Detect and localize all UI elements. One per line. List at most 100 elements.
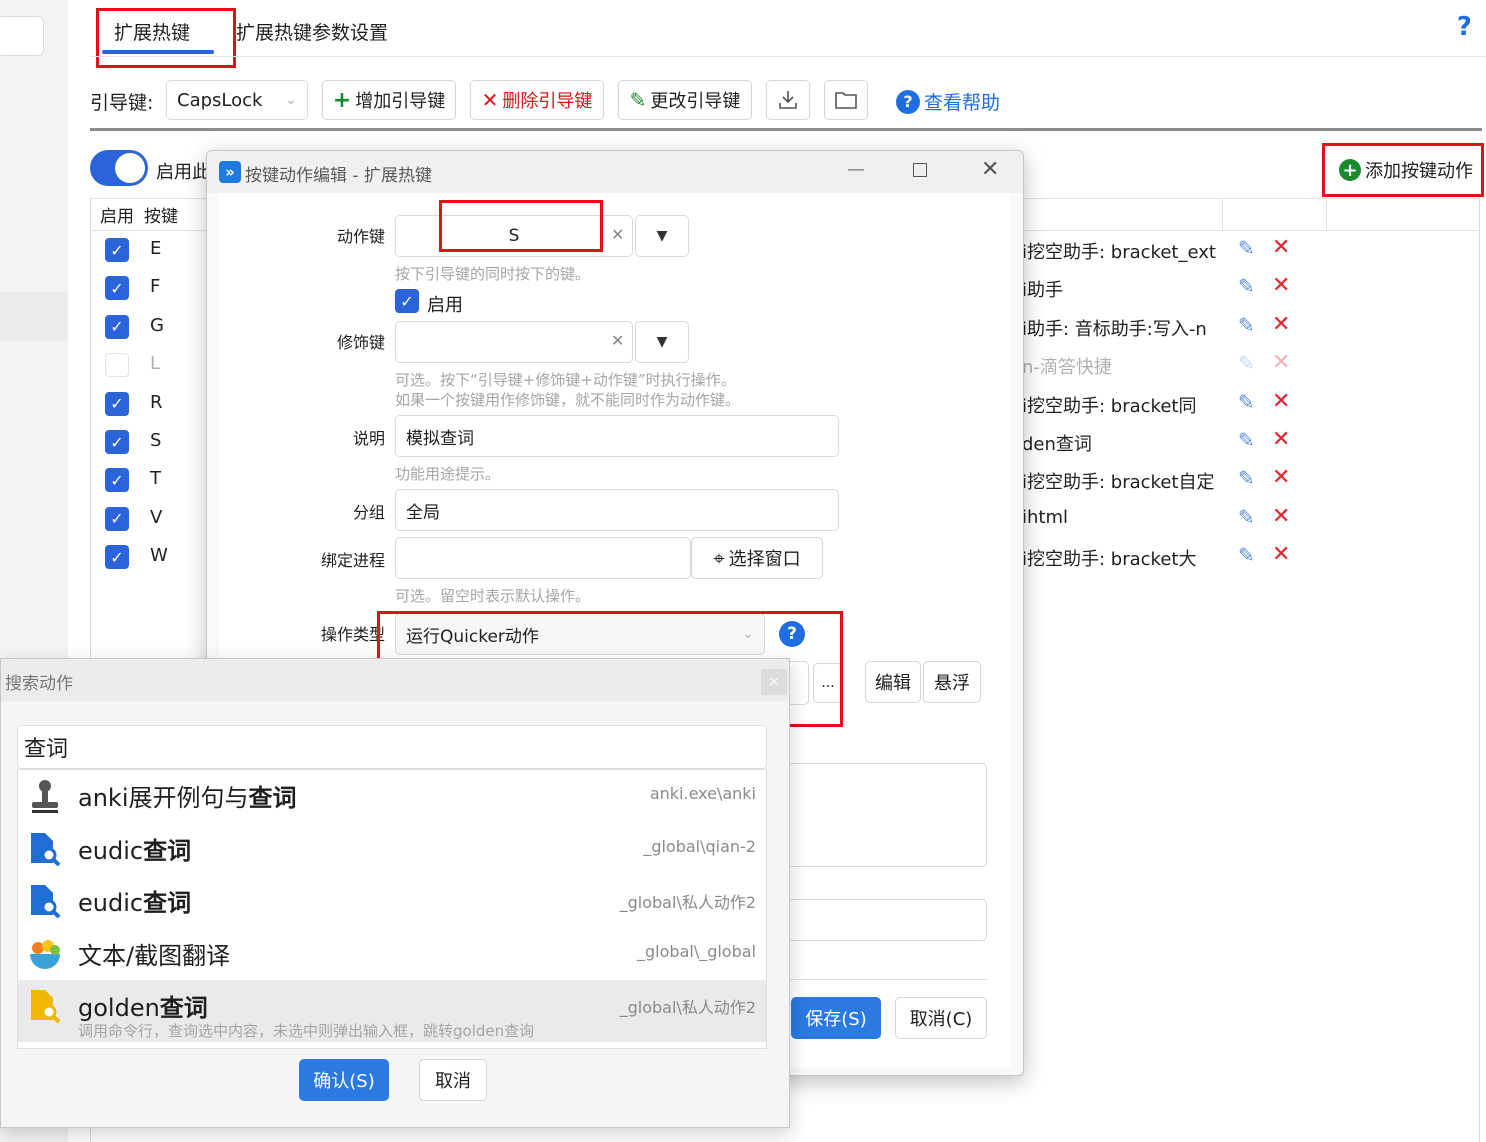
help-icon[interactable]: ?	[1457, 12, 1472, 42]
search-result-item[interactable]: 文本/截图翻译 _global\_global	[18, 928, 766, 980]
delete-x-icon[interactable]: ✕	[1272, 350, 1290, 375]
col-sep	[1222, 198, 1223, 230]
question-circle-icon[interactable]: ?	[779, 621, 805, 647]
search-result-item[interactable]: golden查词 _global\私人动作2 调用命令行，查询选中内容，未选中则弹出…	[18, 980, 766, 1042]
param-input-2[interactable]	[779, 899, 987, 941]
group-input[interactable]: 全局	[395, 489, 839, 531]
row-enabled-checkbox[interactable]: ✓	[105, 468, 129, 493]
desc-input[interactable]: 模拟查词	[395, 415, 839, 457]
delete-x-icon[interactable]: ✕	[1272, 389, 1290, 414]
result-title-match: 查词	[143, 836, 192, 865]
delete-x-icon[interactable]: ✕	[1272, 427, 1290, 452]
result-path: _global\qian-2	[643, 836, 756, 856]
sidebar-box[interactable]	[0, 16, 44, 56]
open-folder-button[interactable]	[824, 80, 868, 120]
close-icon[interactable]: ✕	[981, 157, 999, 182]
clear-search-icon[interactable]: ×	[761, 669, 787, 695]
delete-x-icon[interactable]: ✕	[1272, 542, 1290, 567]
confirm-button[interactable]: 确认(S)	[299, 1059, 389, 1101]
delete-x-icon[interactable]: ✕	[1272, 504, 1290, 529]
delete-leader-button[interactable]: ✕ 删除引导键	[470, 80, 604, 120]
triangle-down-icon: ▼	[656, 334, 668, 350]
change-leader-label: 更改引导键	[650, 91, 741, 112]
row-enabled-checkbox[interactable]: ✓	[105, 314, 129, 339]
edit-button[interactable]: 编辑	[865, 661, 921, 703]
edit-pencil-icon[interactable]: ✎	[1238, 543, 1255, 567]
sidebar-selected-item[interactable]	[0, 292, 68, 342]
add-key-action-button[interactable]: + 添加按键动作	[1332, 150, 1480, 190]
clear-x-icon[interactable]: ✕	[611, 331, 624, 350]
edit-pencil-icon[interactable]: ✎	[1238, 236, 1255, 260]
row-enabled-checkbox[interactable]: ✓	[105, 391, 129, 416]
maximize-icon[interactable]	[913, 163, 927, 177]
tab-active-indicator	[102, 50, 214, 54]
col-header-key[interactable]: 按键	[144, 202, 178, 227]
browse-dots-label: ...	[821, 675, 835, 691]
folder-icon	[835, 92, 857, 109]
process-input[interactable]	[395, 537, 691, 579]
row-enabled-checkbox[interactable]: ✓	[105, 238, 129, 262]
result-title-match: 查词	[143, 889, 192, 917]
modifier-label: 修饰键	[336, 333, 385, 352]
float-label: 悬浮	[934, 673, 970, 694]
search-input[interactable]: 查词	[17, 725, 767, 769]
edit-pencil-icon[interactable]: ✎	[1238, 390, 1255, 414]
row-enabled-checkbox[interactable]	[105, 353, 129, 378]
search-result-item[interactable]: eudic查词 _global\私人动作2	[18, 875, 766, 927]
minimize-icon[interactable]: —	[847, 159, 865, 180]
search-doc-icon	[28, 883, 62, 924]
change-leader-button[interactable]: ✎ 更改引导键	[618, 80, 752, 120]
dialog-titlebar: » 按键动作编辑 - 扩展热键 — ✕	[207, 151, 1023, 193]
param-textarea[interactable]	[779, 763, 987, 867]
col-header-enabled[interactable]: 启用	[100, 202, 134, 227]
modifier-dropdown[interactable]: ▼	[635, 321, 689, 363]
edit-pencil-icon[interactable]: ✎	[1238, 351, 1255, 375]
action-key-input[interactable]: S	[395, 215, 633, 257]
clear-x-icon[interactable]: ✕	[611, 225, 624, 244]
action-key-dropdown[interactable]: ▼	[635, 215, 689, 257]
edit-pencil-icon[interactable]: ✎	[1238, 313, 1255, 337]
cancel-label: 取消(C)	[909, 1009, 973, 1030]
row-enabled-checkbox[interactable]: ✓	[105, 276, 129, 301]
cancel-button[interactable]: 取消(C)	[895, 997, 987, 1039]
delete-x-icon[interactable]: ✕	[1272, 312, 1290, 337]
toggle-knob	[115, 153, 145, 183]
leader-select[interactable]: CapsLock ⌄	[166, 80, 308, 120]
row-enabled-checkbox[interactable]: ✓	[105, 430, 129, 454]
edit-pencil-icon[interactable]: ✎	[1238, 466, 1255, 490]
search-result-item[interactable]: eudic查词 _global\qian-2	[18, 823, 766, 875]
delete-x-icon[interactable]: ✕	[1272, 273, 1290, 298]
select-window-button[interactable]: ⌖ 选择窗口	[691, 537, 823, 579]
edit-pencil-icon[interactable]: ✎	[1238, 274, 1255, 298]
import-button[interactable]	[766, 80, 810, 120]
modifier-input[interactable]	[395, 321, 633, 363]
row-description: ihtml	[1022, 506, 1069, 528]
enable-toggle[interactable]	[90, 150, 148, 186]
triangle-down-icon: ▼	[656, 228, 668, 244]
row-key: E	[150, 238, 162, 259]
col-sep	[1326, 198, 1327, 230]
save-button[interactable]: 保存(S)	[791, 997, 881, 1039]
op-type-select[interactable]: 运行Quicker动作 ⌄	[395, 613, 765, 655]
add-leader-button[interactable]: + 增加引导键	[322, 80, 456, 120]
leader-value: CapsLock	[177, 89, 263, 111]
result-title-prefix: anki展开例句与	[78, 784, 249, 812]
edit-pencil-icon[interactable]: ✎	[1238, 428, 1255, 452]
edit-pencil-icon[interactable]: ✎	[1238, 505, 1255, 529]
delete-x-icon[interactable]: ✕	[1272, 235, 1290, 260]
select-window-label: 选择窗口	[728, 549, 801, 570]
search-result-item[interactable]: anki展开例句与查词 anki.exe\anki	[18, 770, 766, 822]
delete-x-icon[interactable]: ✕	[1272, 465, 1290, 490]
enable-checkbox[interactable]: ✓	[395, 289, 419, 313]
result-title-match: 查词	[248, 784, 297, 812]
tab-params[interactable]: 扩展热键参数设置	[236, 16, 388, 50]
browse-dots-button[interactable]: ...	[813, 663, 843, 703]
float-button[interactable]: 悬浮	[923, 661, 981, 703]
tab-hotkeys[interactable]: 扩展热键	[114, 16, 190, 50]
row-enabled-checkbox[interactable]: ✓	[105, 506, 129, 531]
row-key: W	[150, 545, 168, 567]
search-cancel-button[interactable]: 取消	[419, 1059, 487, 1101]
help-link[interactable]: ? 查看帮助	[896, 88, 1000, 115]
result-description: 调用命令行，查询选中内容，未选中则弹出输入框，跳转golden查询	[78, 1022, 535, 1040]
row-enabled-checkbox[interactable]: ✓	[105, 545, 129, 570]
